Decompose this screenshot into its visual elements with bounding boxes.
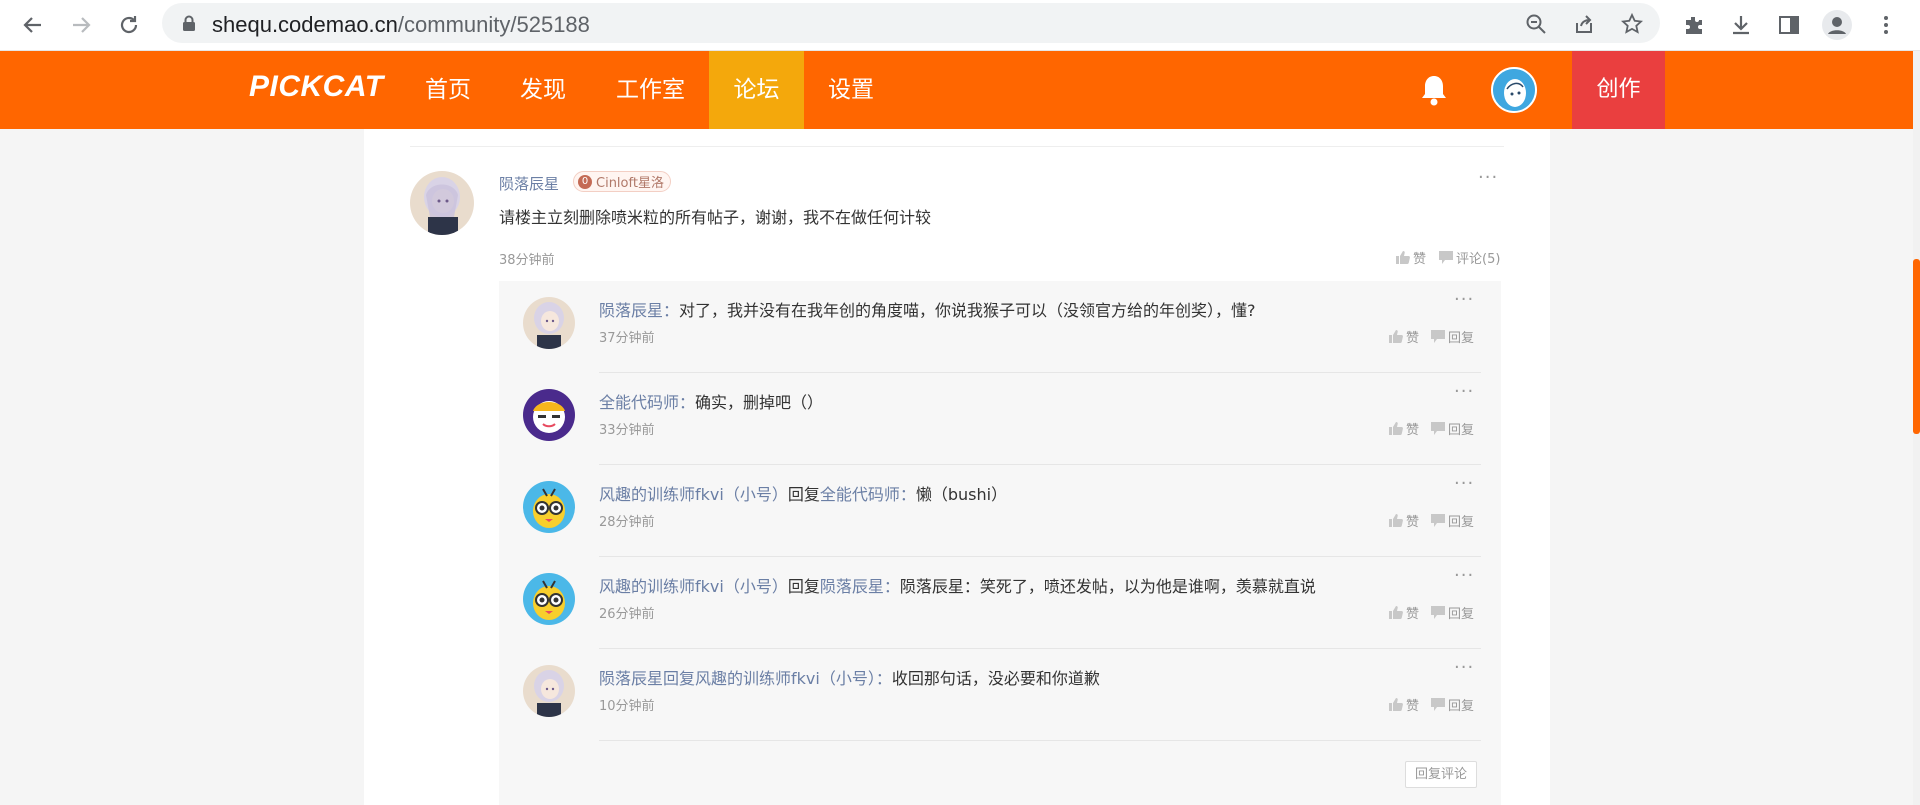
browser-toolbar: shequ.codemao.cn/community/525188 <box>0 0 1920 51</box>
reply-target[interactable]: 全能代码师 <box>820 485 900 504</box>
reply-more-icon[interactable]: ··· <box>1454 565 1474 586</box>
reply-author[interactable]: 全能代码师 <box>599 393 679 412</box>
yellow-bee-avatar[interactable] <box>523 481 575 533</box>
menu-dots-icon[interactable] <box>1869 8 1903 42</box>
reply-like-button[interactable]: 赞 <box>1389 511 1419 530</box>
reply-author[interactable]: 风趣的训练师fkvi（小号） <box>599 577 788 596</box>
reload-icon[interactable] <box>112 8 146 42</box>
reply-time: 28分钟前 <box>599 515 655 530</box>
comment-bubble-icon <box>1431 606 1445 619</box>
reply-item: 陨落辰星：对了，我并没有在我年创的角度喵，你说我猴子可以（没领官方给的年创奖），… <box>499 281 1501 373</box>
reply-button[interactable]: 回复 <box>1431 511 1474 530</box>
user-badge: 0 Cinloft星洛 <box>573 171 671 192</box>
comment-reply-count-button[interactable]: 评论(5) <box>1439 248 1500 267</box>
header-avatar[interactable] <box>1491 67 1537 113</box>
reply-more-icon[interactable]: ··· <box>1454 289 1474 310</box>
replies-panel: 陨落辰星：对了，我并没有在我年创的角度喵，你说我猴子可以（没领官方给的年创奖），… <box>499 281 1501 805</box>
reply-like-button[interactable]: 赞 <box>1389 603 1419 622</box>
reply-button[interactable]: 回复 <box>1431 603 1474 622</box>
reply-text: 陨落辰星：对了，我并没有在我年创的角度喵，你说我猴子可以（没领官方给的年创奖），… <box>599 301 1256 320</box>
thumbs-up-icon <box>1389 422 1403 435</box>
reply-more-icon[interactable]: ··· <box>1454 381 1474 402</box>
comment-avatar[interactable] <box>410 171 474 235</box>
reply-time: 37分钟前 <box>599 331 655 346</box>
reply-button[interactable]: 回复 <box>1431 327 1474 346</box>
comment-like-button[interactable]: 赞 <box>1396 248 1426 267</box>
extensions-icon[interactable] <box>1677 8 1711 42</box>
download-icon[interactable] <box>1724 8 1758 42</box>
reply-more-icon[interactable]: ··· <box>1454 657 1474 678</box>
zoom-icon[interactable] <box>1523 11 1549 37</box>
comment-bubble-icon <box>1431 514 1445 527</box>
reply-like-button[interactable]: 赞 <box>1389 695 1419 714</box>
reply-item: 陨落辰星回复风趣的训练师fkvi（小号）：收回那句话，没必要和你道歉 10分钟前… <box>499 649 1501 741</box>
nav-settings[interactable]: 设置 <box>816 51 886 129</box>
scrollbar-thumb[interactable] <box>1913 259 1920 434</box>
reply-author[interactable]: 陨落辰星 <box>599 301 663 320</box>
url-text[interactable]: shequ.codemao.cn/community/525188 <box>212 12 590 38</box>
site-logo[interactable]: PICKCAT <box>249 70 384 104</box>
reply-like-button[interactable]: 赞 <box>1389 419 1419 438</box>
reply-like-button[interactable]: 赞 <box>1389 327 1419 346</box>
side-panel-icon[interactable] <box>1772 8 1806 42</box>
thumbs-up-icon <box>1389 698 1403 711</box>
profile-icon[interactable] <box>1820 8 1854 42</box>
site-header: PICKCAT 首页 发现 工作室 论坛 设置 创作 <box>0 51 1913 129</box>
address-bar[interactable]: shequ.codemao.cn/community/525188 <box>162 3 1660 43</box>
nav-studio[interactable]: 工作室 <box>603 51 698 129</box>
reply-item: 风趣的训练师fkvi（小号）回复全能代码师：懒（bushi） 28分钟前 ···… <box>499 465 1501 557</box>
comment-bubble-icon <box>1431 330 1445 343</box>
reply-time: 26分钟前 <box>599 607 655 622</box>
thumbs-up-icon <box>1389 514 1403 527</box>
reply-time: 10分钟前 <box>599 699 655 714</box>
back-icon[interactable] <box>16 8 50 42</box>
nav-forum[interactable]: 论坛 <box>709 51 804 129</box>
comment-bubble-icon <box>1431 422 1445 435</box>
nav-discover[interactable]: 发现 <box>508 51 578 129</box>
reply-text: 全能代码师：确实，删掉吧（） <box>599 393 824 412</box>
reply-time: 33分钟前 <box>599 423 655 438</box>
create-button[interactable]: 创作 <box>1572 51 1665 129</box>
reply-text: 风趣的训练师fkvi（小号）回复全能代码师：懒（bushi） <box>599 485 1008 504</box>
thumbs-up-icon <box>1389 330 1403 343</box>
anime-girl-avatar[interactable] <box>523 665 575 717</box>
badge-text: Cinloft星洛 <box>596 176 664 191</box>
yellow-bee-avatar[interactable] <box>523 573 575 625</box>
reply-author[interactable]: 风趣的训练师fkvi（小号） <box>599 485 788 504</box>
reply-item: 风趣的训练师fkvi（小号）回复陨落辰星：陨落辰星：笑死了，喷还发帖，以为他是谁… <box>499 557 1501 649</box>
divider <box>410 146 1504 147</box>
comment-text: 请楼主立刻删除喷米粒的所有帖子，谢谢，我不在做任何计较 <box>499 208 932 227</box>
reply-text: 风趣的训练师fkvi（小号）回复陨落辰星：陨落辰星：笑死了，喷还发帖，以为他是谁… <box>599 577 1316 596</box>
forward-icon[interactable] <box>64 8 98 42</box>
lock-icon <box>182 15 196 36</box>
reply-author[interactable]: 陨落辰星 <box>599 669 663 688</box>
reply-comment-button[interactable]: 回复评论 <box>1405 761 1477 788</box>
anime-girl-avatar[interactable] <box>523 297 575 349</box>
comment-time: 38分钟前 <box>499 253 555 268</box>
reply-button[interactable]: 回复 <box>1431 419 1474 438</box>
comment-author[interactable]: 陨落辰星 <box>499 173 559 194</box>
badge-level: 0 <box>578 174 592 189</box>
nav-home[interactable]: 首页 <box>413 51 483 129</box>
bell-icon[interactable] <box>1419 73 1449 107</box>
reply-item: 全能代码师：确实，删掉吧（） 33分钟前 ··· 赞 回复 <box>499 373 1501 465</box>
thumbs-up-icon <box>1389 606 1403 619</box>
share-icon[interactable] <box>1571 11 1597 37</box>
comment-bubble-icon <box>1439 251 1453 264</box>
reply-divider <box>599 740 1481 741</box>
comment-more-icon[interactable]: ··· <box>1478 167 1498 188</box>
thumbs-up-icon <box>1396 251 1410 264</box>
bookmark-star-icon[interactable] <box>1619 11 1645 37</box>
purple-robot-avatar[interactable] <box>523 389 575 441</box>
reply-text: 陨落辰星回复风趣的训练师fkvi（小号）：收回那句话，没必要和你道歉 <box>599 669 1100 688</box>
reply-target[interactable]: 陨落辰星 <box>820 577 884 596</box>
reply-more-icon[interactable]: ··· <box>1454 473 1474 494</box>
reply-button[interactable]: 回复 <box>1431 695 1474 714</box>
comment-card: 陨落辰星 0 Cinloft星洛 ··· 请楼主立刻删除喷米粒的所有帖子，谢谢，… <box>364 129 1550 805</box>
reply-target[interactable]: 风趣的训练师fkvi（小号） <box>695 669 876 688</box>
comment-bubble-icon <box>1431 698 1445 711</box>
